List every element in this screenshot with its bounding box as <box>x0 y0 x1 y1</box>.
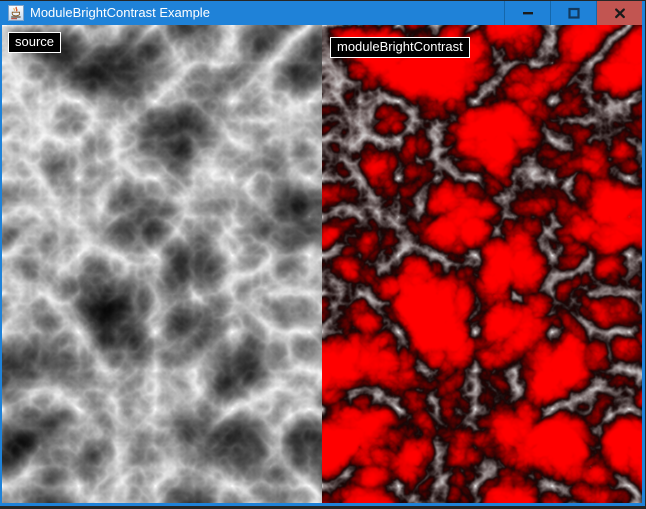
app-window: ModuleBrightContrast Example <box>0 1 645 506</box>
close-button[interactable] <box>596 1 642 25</box>
close-icon <box>614 7 626 19</box>
titlebar[interactable]: ModuleBrightContrast Example <box>2 1 642 25</box>
window-title: ModuleBrightContrast Example <box>30 1 504 25</box>
source-label: source <box>8 32 61 53</box>
minimize-icon <box>522 7 534 19</box>
result-label: moduleBrightContrast <box>330 37 470 58</box>
maximize-icon <box>568 7 580 19</box>
result-label-text: moduleBrightContrast <box>337 39 463 54</box>
result-image-panel: moduleBrightContrast <box>322 25 642 503</box>
maximize-button[interactable] <box>550 1 596 25</box>
source-label-text: source <box>15 34 54 49</box>
minimize-button[interactable] <box>504 1 550 25</box>
window-controls <box>504 1 642 25</box>
java-app-icon <box>8 5 24 21</box>
source-image-panel: source <box>2 25 322 503</box>
window-content: source moduleBrightContrast <box>2 25 642 503</box>
source-noise-texture <box>2 25 322 503</box>
result-noise-texture <box>322 25 642 503</box>
